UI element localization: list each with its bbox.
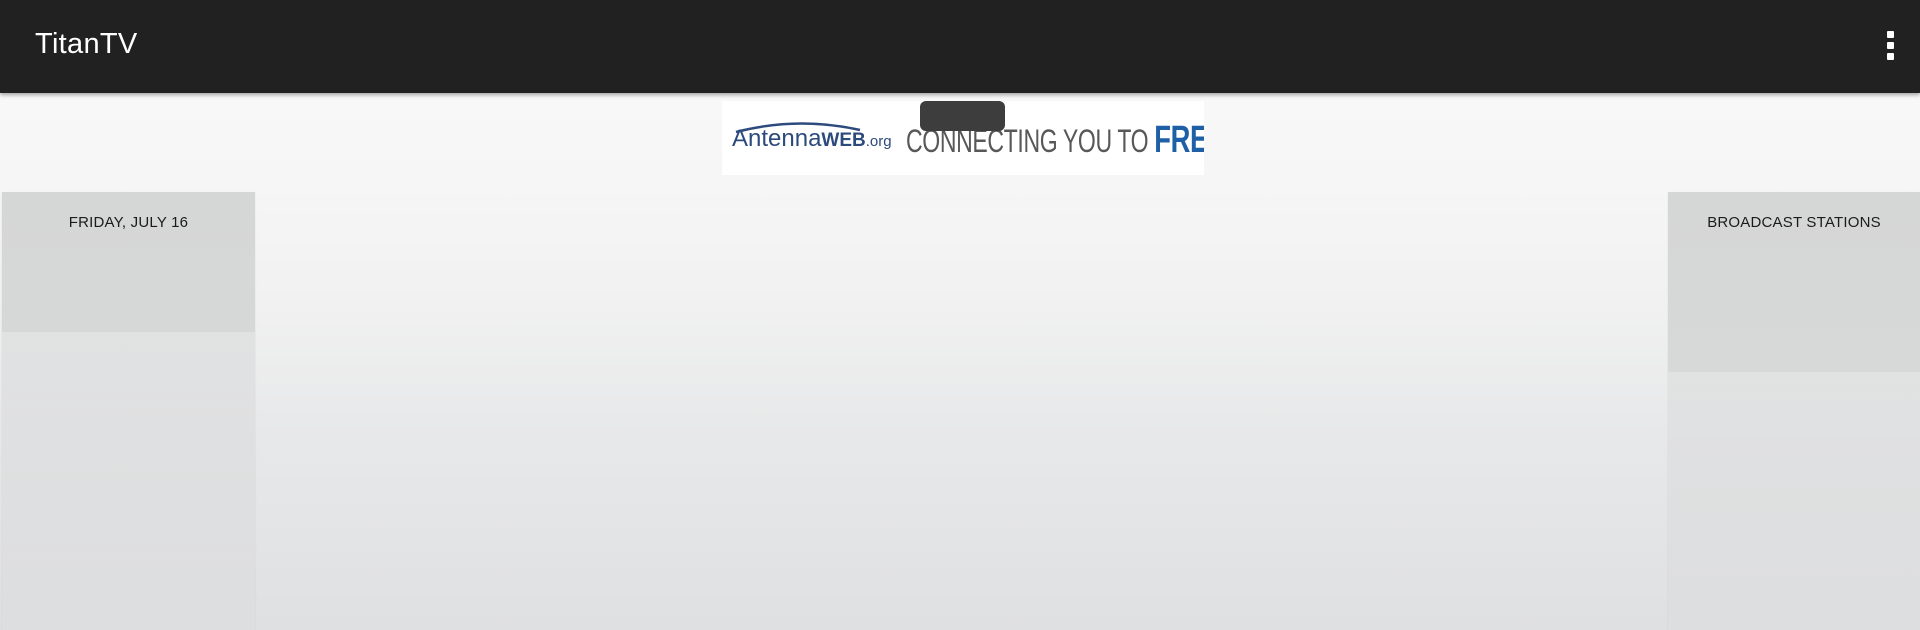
antennaweb-logo: Antenna WEB .org	[732, 125, 892, 159]
logo-antenna-text: Antenna	[732, 125, 822, 152]
app-toolbar: TitanTV	[0, 0, 1920, 93]
broadcast-stations-label: BROADCAST STATIONS	[1707, 214, 1881, 231]
toast-indicator	[920, 101, 1005, 131]
overflow-dot	[1887, 53, 1894, 60]
date-label: FRIDAY, JULY 16	[68, 214, 189, 231]
more-vert-icon[interactable]	[1880, 26, 1902, 66]
broadcast-stations-panel[interactable]: BROADCAST STATIONS	[1668, 192, 1920, 630]
tagline-free: FREE	[1154, 119, 1204, 161]
overflow-dot	[1887, 31, 1894, 38]
overflow-dot	[1887, 42, 1894, 49]
panel-fade	[2, 332, 255, 630]
app-title: TitanTV	[35, 28, 138, 60]
panel-fade	[1668, 372, 1920, 630]
date-panel[interactable]: FRIDAY, JULY 16	[2, 192, 255, 630]
app-root: TitanTV Antenna WEB .org CONNECTING YOU …	[0, 0, 1920, 630]
logo-org-text: .org	[865, 133, 892, 150]
logo-web-text: WEB	[821, 130, 866, 151]
